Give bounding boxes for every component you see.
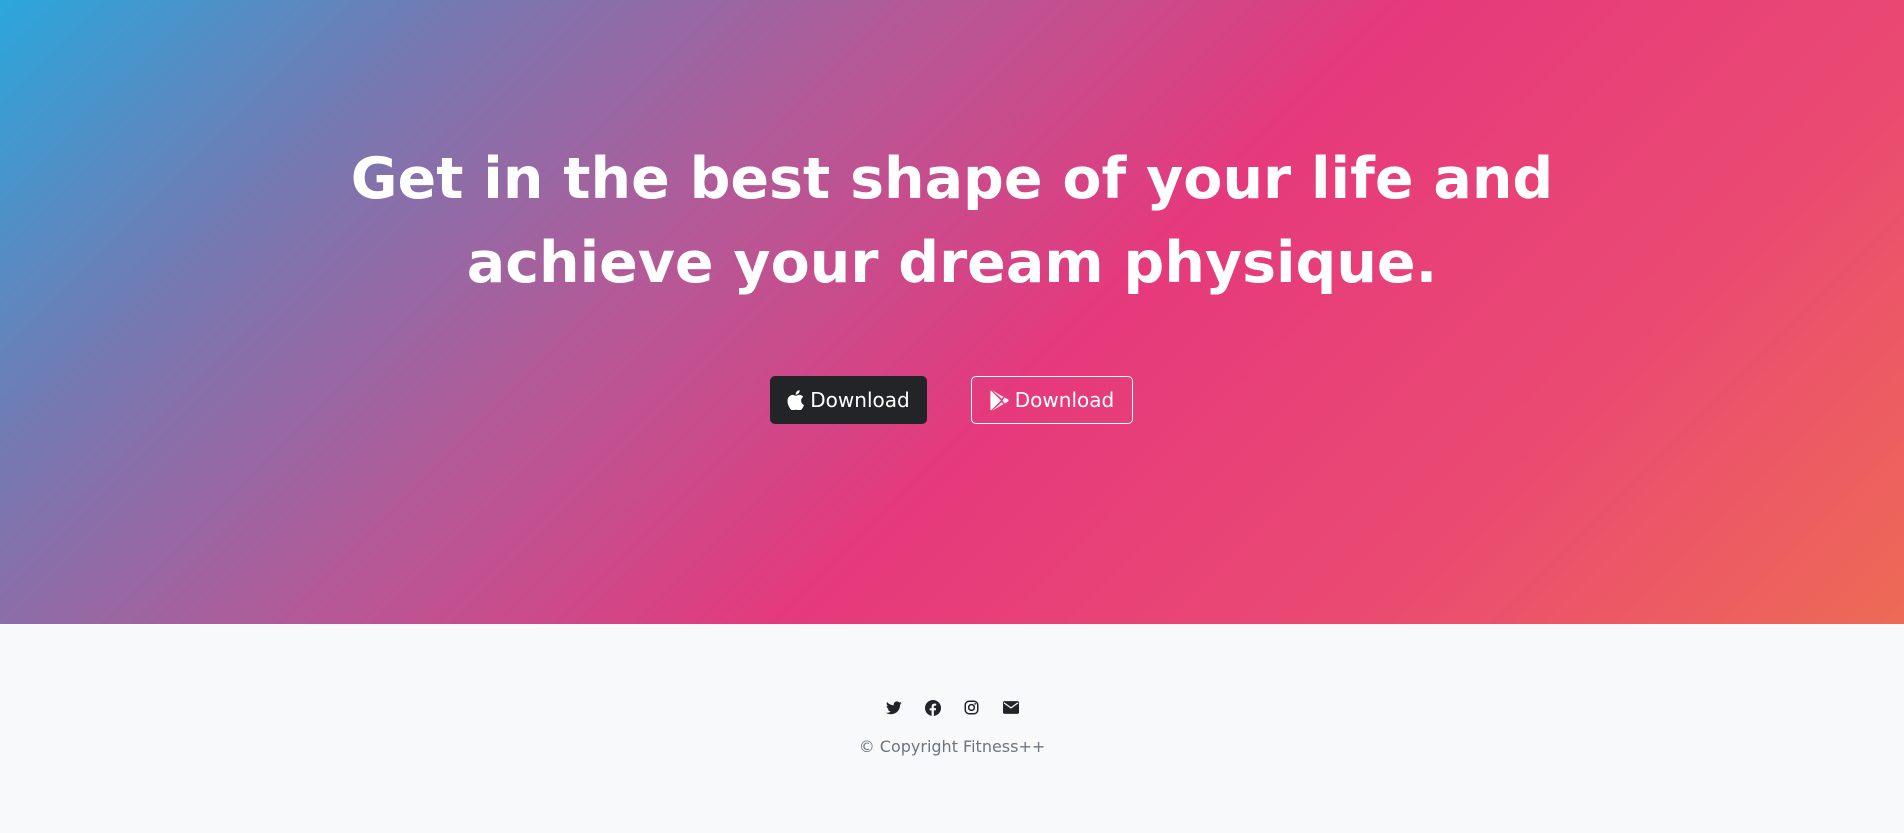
google-play-download-label: Download xyxy=(1014,388,1115,412)
hero-section: Get in the best shape of your life and a… xyxy=(0,0,1904,624)
instagram-icon[interactable] xyxy=(963,699,980,716)
google-play-icon xyxy=(990,389,1009,411)
hero-headline-line-2: achieve your dream physique. xyxy=(466,230,1438,296)
footer xyxy=(0,624,1904,833)
envelope-icon[interactable] xyxy=(1002,699,1019,716)
hero-headline: Get in the best shape of your life and a… xyxy=(0,137,1904,305)
google-play-download-button[interactable]: Download xyxy=(971,376,1133,424)
copyright-text: © Copyright Fitness++ xyxy=(858,737,1046,756)
app-store-download-label: Download xyxy=(810,388,910,412)
app-store-download-button[interactable]: Download xyxy=(770,376,927,424)
twitter-icon[interactable] xyxy=(885,699,902,716)
social-links xyxy=(0,699,1904,716)
hero-headline-line-1: Get in the best shape of your life and xyxy=(350,146,1554,212)
facebook-icon[interactable] xyxy=(924,699,941,716)
apple-icon xyxy=(787,390,805,410)
